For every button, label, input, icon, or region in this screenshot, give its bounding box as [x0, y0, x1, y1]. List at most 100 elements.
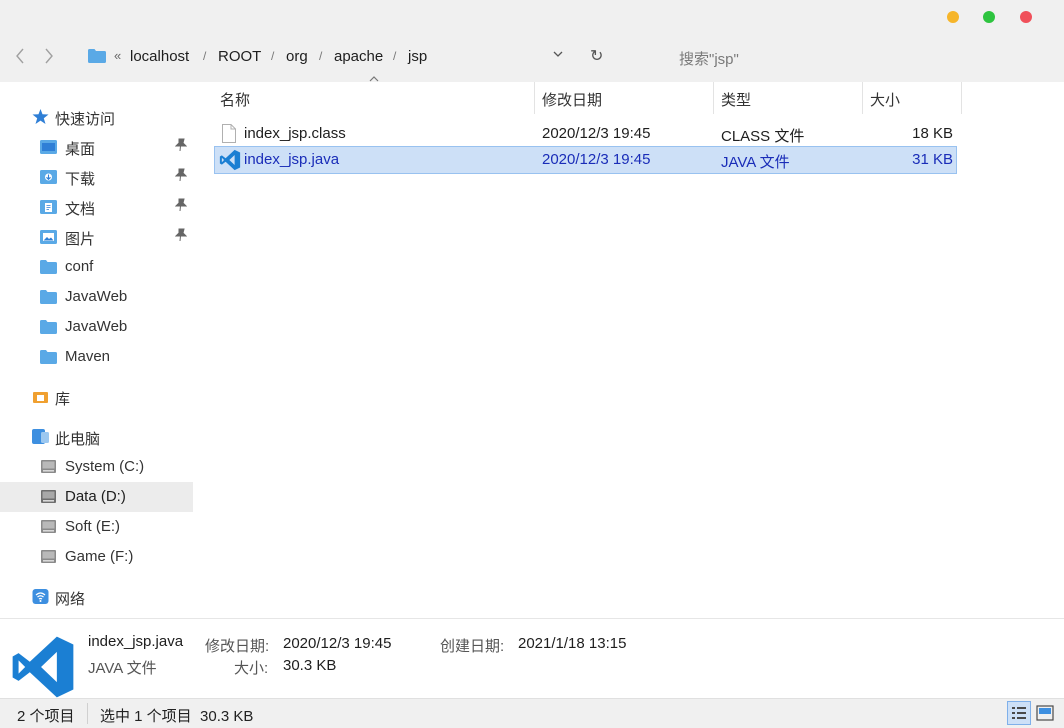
- library-icon: [33, 392, 48, 403]
- close-button[interactable]: [1020, 11, 1032, 23]
- sidebar-item-libraries[interactable]: 库: [0, 382, 193, 412]
- downloads-folder-icon: [40, 170, 57, 184]
- breadcrumb-org[interactable]: org: [286, 48, 308, 65]
- sidebar-item-network[interactable]: 网络: [0, 582, 193, 612]
- breadcrumb-separator: /: [271, 49, 275, 63]
- file-size: 31 KB: [912, 151, 953, 168]
- status-divider: [87, 703, 88, 724]
- breadcrumb-separator: /: [393, 49, 397, 63]
- computer-icon: [32, 429, 49, 444]
- file-modified: 2020/12/3 19:45: [542, 125, 651, 142]
- sidebar-item-label: System (C:): [65, 458, 145, 475]
- sidebar-item-drive-d[interactable]: Data (D:): [0, 482, 193, 512]
- column-header-label: 名称: [220, 92, 251, 109]
- status-item-count: 2 个项目: [17, 708, 75, 725]
- details-modified-label: 修改日期:: [205, 638, 270, 655]
- breadcrumb-separator: /: [203, 49, 207, 63]
- sidebar-item-label: 库: [55, 391, 71, 408]
- breadcrumb-localhost[interactable]: localhost: [130, 48, 189, 65]
- sidebar-item-drive-c[interactable]: System (C:): [0, 452, 193, 482]
- forward-button[interactable]: [42, 45, 56, 73]
- file-name: index_jsp.class: [244, 125, 346, 142]
- desktop-folder-icon: [40, 140, 57, 154]
- status-selection: 选中 1 个项目 30.3 KB: [100, 708, 254, 725]
- sidebar-item-drive-e[interactable]: Soft (E:): [0, 512, 193, 542]
- details-view-button[interactable]: [1007, 701, 1031, 725]
- sidebar-item-pictures[interactable]: 图片: [0, 222, 193, 252]
- file-row[interactable]: index_jsp.class 2020/12/3 19:45 CLASS 文件…: [215, 121, 956, 147]
- drive-icon: [41, 490, 56, 503]
- breadcrumb-overflow[interactable]: «: [114, 48, 121, 63]
- documents-folder-icon: [40, 200, 57, 214]
- column-header-name[interactable]: 名称: [215, 82, 534, 114]
- sidebar-item-documents[interactable]: 文档: [0, 192, 193, 222]
- drive-icon: [41, 550, 56, 563]
- details-view-icon: [1012, 707, 1026, 719]
- title-bar: [0, 0, 1064, 82]
- sidebar-item-label: JavaWeb: [65, 288, 128, 305]
- pictures-folder-icon: [40, 230, 57, 244]
- sidebar-item-label: Soft (E:): [65, 518, 121, 535]
- sidebar-item-label: 快速访问: [55, 111, 116, 128]
- file-modified: 2020/12/3 19:45: [542, 151, 651, 168]
- details-created-value: 2021/1/18 13:15: [518, 635, 627, 652]
- pin-icon: [174, 138, 188, 155]
- breadcrumb-root[interactable]: ROOT: [218, 48, 261, 65]
- pin-icon: [174, 198, 188, 215]
- sidebar-item-label: JavaWeb: [65, 318, 128, 335]
- search-input[interactable]: 搜索"jsp": [679, 48, 739, 69]
- sidebar-item-label: 下载: [65, 171, 96, 188]
- sidebar-item-maven[interactable]: Maven: [0, 342, 193, 372]
- sidebar-item-javaweb[interactable]: JavaWeb: [0, 312, 193, 342]
- column-divider[interactable]: [961, 82, 962, 114]
- details-file-type: JAVA 文件: [88, 660, 157, 677]
- breadcrumb-jsp[interactable]: jsp: [408, 48, 427, 65]
- file-icon: [222, 124, 236, 143]
- file-row[interactable]: index_jsp.java 2020/12/3 19:45 JAVA 文件 3…: [214, 146, 957, 174]
- details-modified-value: 2020/12/3 19:45: [283, 635, 392, 652]
- column-header-size[interactable]: 大小: [863, 82, 961, 114]
- drive-icon: [41, 460, 56, 473]
- sidebar-item-conf[interactable]: conf: [0, 252, 193, 282]
- sidebar-item-label: 图片: [65, 231, 96, 248]
- navigation-pane: 快速访问 桌面 下载 文档 图片 conf JavaWeb JavaWeb Ma…: [0, 82, 196, 618]
- chevron-left-icon: [16, 48, 24, 64]
- folder-icon: [40, 350, 57, 364]
- vscode-icon: [12, 636, 74, 698]
- folder-icon: [88, 49, 106, 63]
- details-created-label: 创建日期:: [440, 638, 505, 655]
- column-header-type[interactable]: 类型: [714, 82, 862, 114]
- details-size-value: 30.3 KB: [283, 657, 337, 674]
- status-bar: 2 个项目 选中 1 个项目 30.3 KB: [0, 698, 1064, 728]
- breadcrumb-apache[interactable]: apache: [334, 48, 383, 65]
- pin-icon: [174, 228, 188, 245]
- sidebar-item-desktop[interactable]: 桌面: [0, 132, 193, 162]
- back-button[interactable]: [13, 45, 27, 73]
- network-icon: [32, 589, 49, 604]
- star-icon: [32, 109, 49, 124]
- minimize-button[interactable]: [947, 11, 959, 23]
- details-pane: index_jsp.java JAVA 文件 修改日期: 2020/12/3 1…: [0, 618, 1064, 699]
- vscode-icon: [219, 149, 241, 171]
- sidebar-item-label: Data (D:): [65, 488, 126, 505]
- address-dropdown-button[interactable]: [552, 48, 564, 63]
- maximize-button[interactable]: [983, 11, 995, 23]
- thumbnail-view-icon: [1036, 705, 1054, 721]
- folder-icon: [40, 320, 57, 334]
- breadcrumb-separator: /: [319, 49, 323, 63]
- sidebar-item-label: 桌面: [65, 141, 96, 158]
- sidebar-item-javaweb[interactable]: JavaWeb: [0, 282, 193, 312]
- thumbnail-view-button[interactable]: [1034, 702, 1056, 724]
- chevron-right-icon: [45, 48, 53, 64]
- file-type: CLASS 文件: [721, 128, 805, 145]
- sidebar-item-this-pc[interactable]: 此电脑: [0, 422, 193, 452]
- sidebar-item-downloads[interactable]: 下载: [0, 162, 193, 192]
- column-header-modified[interactable]: 修改日期: [535, 82, 713, 114]
- chevron-down-icon: [553, 51, 563, 57]
- sidebar-item-label: 网络: [55, 591, 86, 608]
- refresh-button[interactable]: ↻: [590, 46, 603, 66]
- sidebar-item-quick-access[interactable]: 快速访问: [0, 102, 193, 132]
- sidebar-item-drive-f[interactable]: Game (F:): [0, 542, 193, 572]
- sidebar-item-label: 文档: [65, 201, 96, 218]
- pin-icon: [174, 168, 188, 185]
